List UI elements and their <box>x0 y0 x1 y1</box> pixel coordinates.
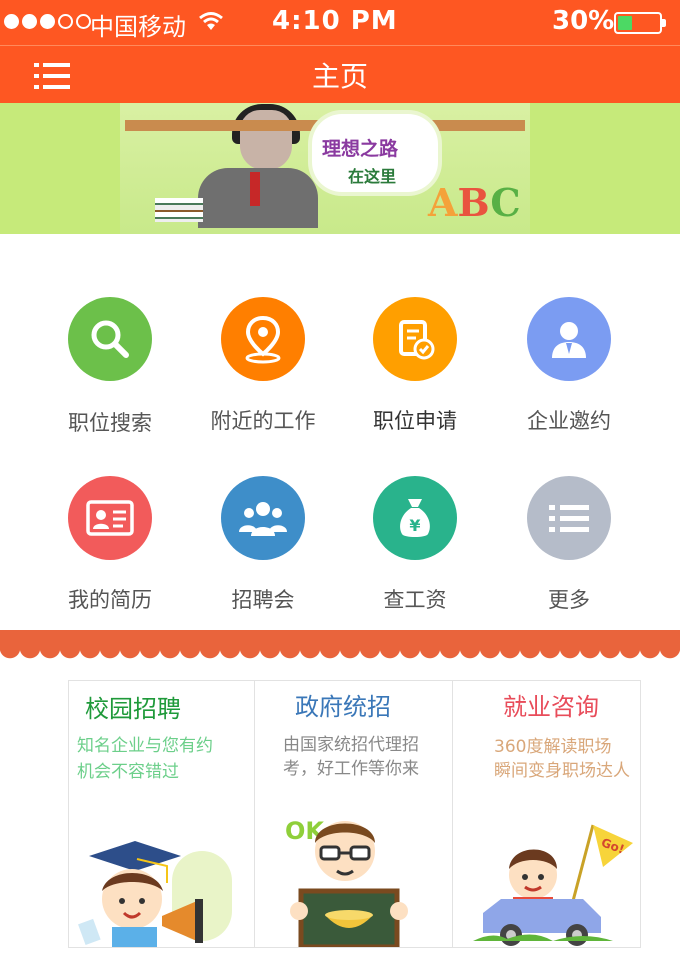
card-desc-line1: 知名企业与您有约 <box>77 736 213 756</box>
card-desc-line1: 由国家统招代理招 <box>283 735 419 755</box>
resume-icon <box>68 476 152 560</box>
card-title: 政府统招 <box>295 693 391 721</box>
grid-item-nearby-jobs[interactable]: 附近的工作 <box>188 297 338 435</box>
grid-item-label: 招聘会 <box>231 588 295 612</box>
grid-item-label: 附近的工作 <box>210 409 316 433</box>
money-bag-icon: ¥ <box>373 476 457 560</box>
wifi-icon <box>198 10 224 36</box>
application-icon <box>373 297 457 381</box>
banner-illustration-tie <box>250 172 260 206</box>
grid-item-more[interactable]: 更多 <box>494 476 644 614</box>
grid-item-label: 更多 <box>548 588 590 612</box>
card-desc-line2: 考，好工作等你来 <box>283 759 419 779</box>
signal-strength-icon <box>4 14 91 29</box>
section-divider <box>0 630 680 660</box>
card-desc-line2: 机会不容错过 <box>77 762 179 782</box>
grid-item-label: 职位申请 <box>373 409 457 433</box>
nav-bar: 主页 <box>0 45 680 103</box>
grid-item-job-fair[interactable]: 招聘会 <box>188 476 338 614</box>
card-desc-line2: 瞬间变身职场达人 <box>494 761 630 781</box>
grid-item-company-invites[interactable]: 企业邀约 <box>494 297 644 435</box>
grid-item-job-application[interactable]: 职位申请 <box>340 297 490 435</box>
card-title: 就业咨询 <box>503 693 599 721</box>
grid-item-label: 我的简历 <box>68 588 152 612</box>
battery-percent: 30% <box>552 6 615 36</box>
card-campus-recruitment[interactable]: 校园招聘 知名企业与您有约 机会不容错过 <box>69 681 255 947</box>
more-list-icon <box>527 476 611 560</box>
battery-icon <box>614 12 666 34</box>
card-employment-consulting[interactable]: 就业咨询 360度解读职场 瞬间变身职场达人 Go! <box>453 681 640 947</box>
person-icon <box>527 297 611 381</box>
group-icon <box>221 476 305 560</box>
banner-slogan-line1: 理想之路 <box>322 138 399 160</box>
grid-item-job-search[interactable]: 职位搜索 <box>35 297 185 437</box>
svg-text:¥: ¥ <box>409 516 420 535</box>
books-icon <box>155 198 203 222</box>
page-title: 主页 <box>311 60 368 93</box>
card-government-recruitment[interactable]: 政府统招 由国家统招代理招 考，好工作等你来 OK <box>255 681 453 947</box>
status-bar: 中国移动 4:10 PM 30% <box>0 0 680 45</box>
teacher-with-board-icon <box>290 821 408 947</box>
card-title: 校园招聘 <box>85 695 181 723</box>
clock: 4:10 PM <box>272 6 398 36</box>
card-desc-line1: 360度解读职场 <box>494 737 612 757</box>
grid-item-my-resume[interactable]: 我的简历 <box>35 476 185 614</box>
grid-item-salary-check[interactable]: ¥ 查工资 <box>340 476 490 614</box>
search-icon <box>68 297 152 381</box>
grid-item-label: 企业邀约 <box>527 409 611 433</box>
location-icon <box>221 297 305 381</box>
banner-illustration-face <box>240 110 292 170</box>
banner-slogan-line2: 在这里 <box>348 167 397 186</box>
feature-cards: 校园招聘 知名企业与您有约 机会不容错过 政府统招 由国家统招代理招 考，好工作… <box>68 680 641 948</box>
grid-item-label: 职位搜索 <box>68 411 152 435</box>
carrier-name: 中国移动 <box>90 13 186 41</box>
graduate-boy-icon <box>78 841 232 947</box>
abc-letters-icon: ABC <box>428 180 521 225</box>
grid-item-label: 查工资 <box>383 588 447 612</box>
